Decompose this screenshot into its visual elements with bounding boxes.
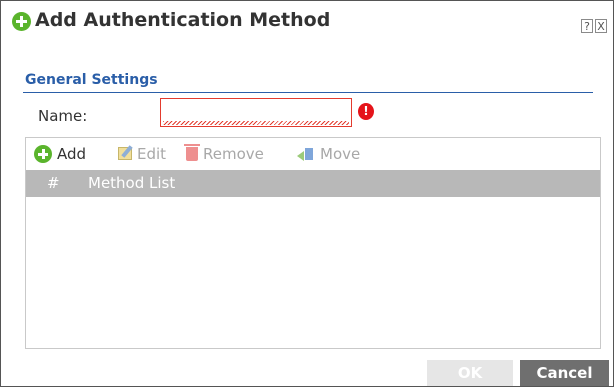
section-title-general-settings: General Settings	[25, 72, 158, 88]
add-authentication-method-dialog: Add Authentication Method ? X General Se…	[0, 0, 614, 387]
error-icon: !	[358, 103, 374, 120]
trash-icon	[184, 144, 200, 161]
table-header: # Method List	[26, 170, 600, 197]
add-button-label: Add	[57, 145, 87, 163]
remove-button[interactable]: Remove	[184, 144, 264, 164]
ok-button[interactable]: OK	[427, 360, 513, 386]
move-button-label: Move	[320, 145, 361, 163]
column-header-method-list[interactable]: Method List	[88, 170, 175, 197]
remove-button-label: Remove	[203, 145, 264, 163]
help-button[interactable]: ?	[581, 19, 593, 33]
column-header-index[interactable]: #	[47, 170, 60, 197]
move-button[interactable]: Move	[297, 144, 360, 164]
add-button[interactable]: Add	[34, 144, 86, 164]
method-list-panel: Add Edit Remove Move # Method List	[25, 137, 601, 349]
add-icon	[34, 145, 52, 163]
section-divider	[23, 92, 593, 93]
method-list-toolbar: Add Edit Remove Move	[26, 138, 600, 170]
dialog-title: Add Authentication Method	[35, 9, 331, 31]
dialog-titlebar: Add Authentication Method ? X	[1, 1, 613, 45]
edit-button[interactable]: Edit	[118, 144, 166, 164]
edit-icon	[118, 147, 132, 160]
add-circle-icon	[12, 12, 31, 31]
spellcheck-squiggle	[163, 121, 349, 125]
close-button[interactable]: X	[595, 19, 607, 33]
cancel-button[interactable]: Cancel	[520, 360, 609, 386]
move-icon	[297, 147, 315, 161]
name-label: Name:	[38, 107, 88, 125]
edit-button-label: Edit	[137, 145, 167, 163]
